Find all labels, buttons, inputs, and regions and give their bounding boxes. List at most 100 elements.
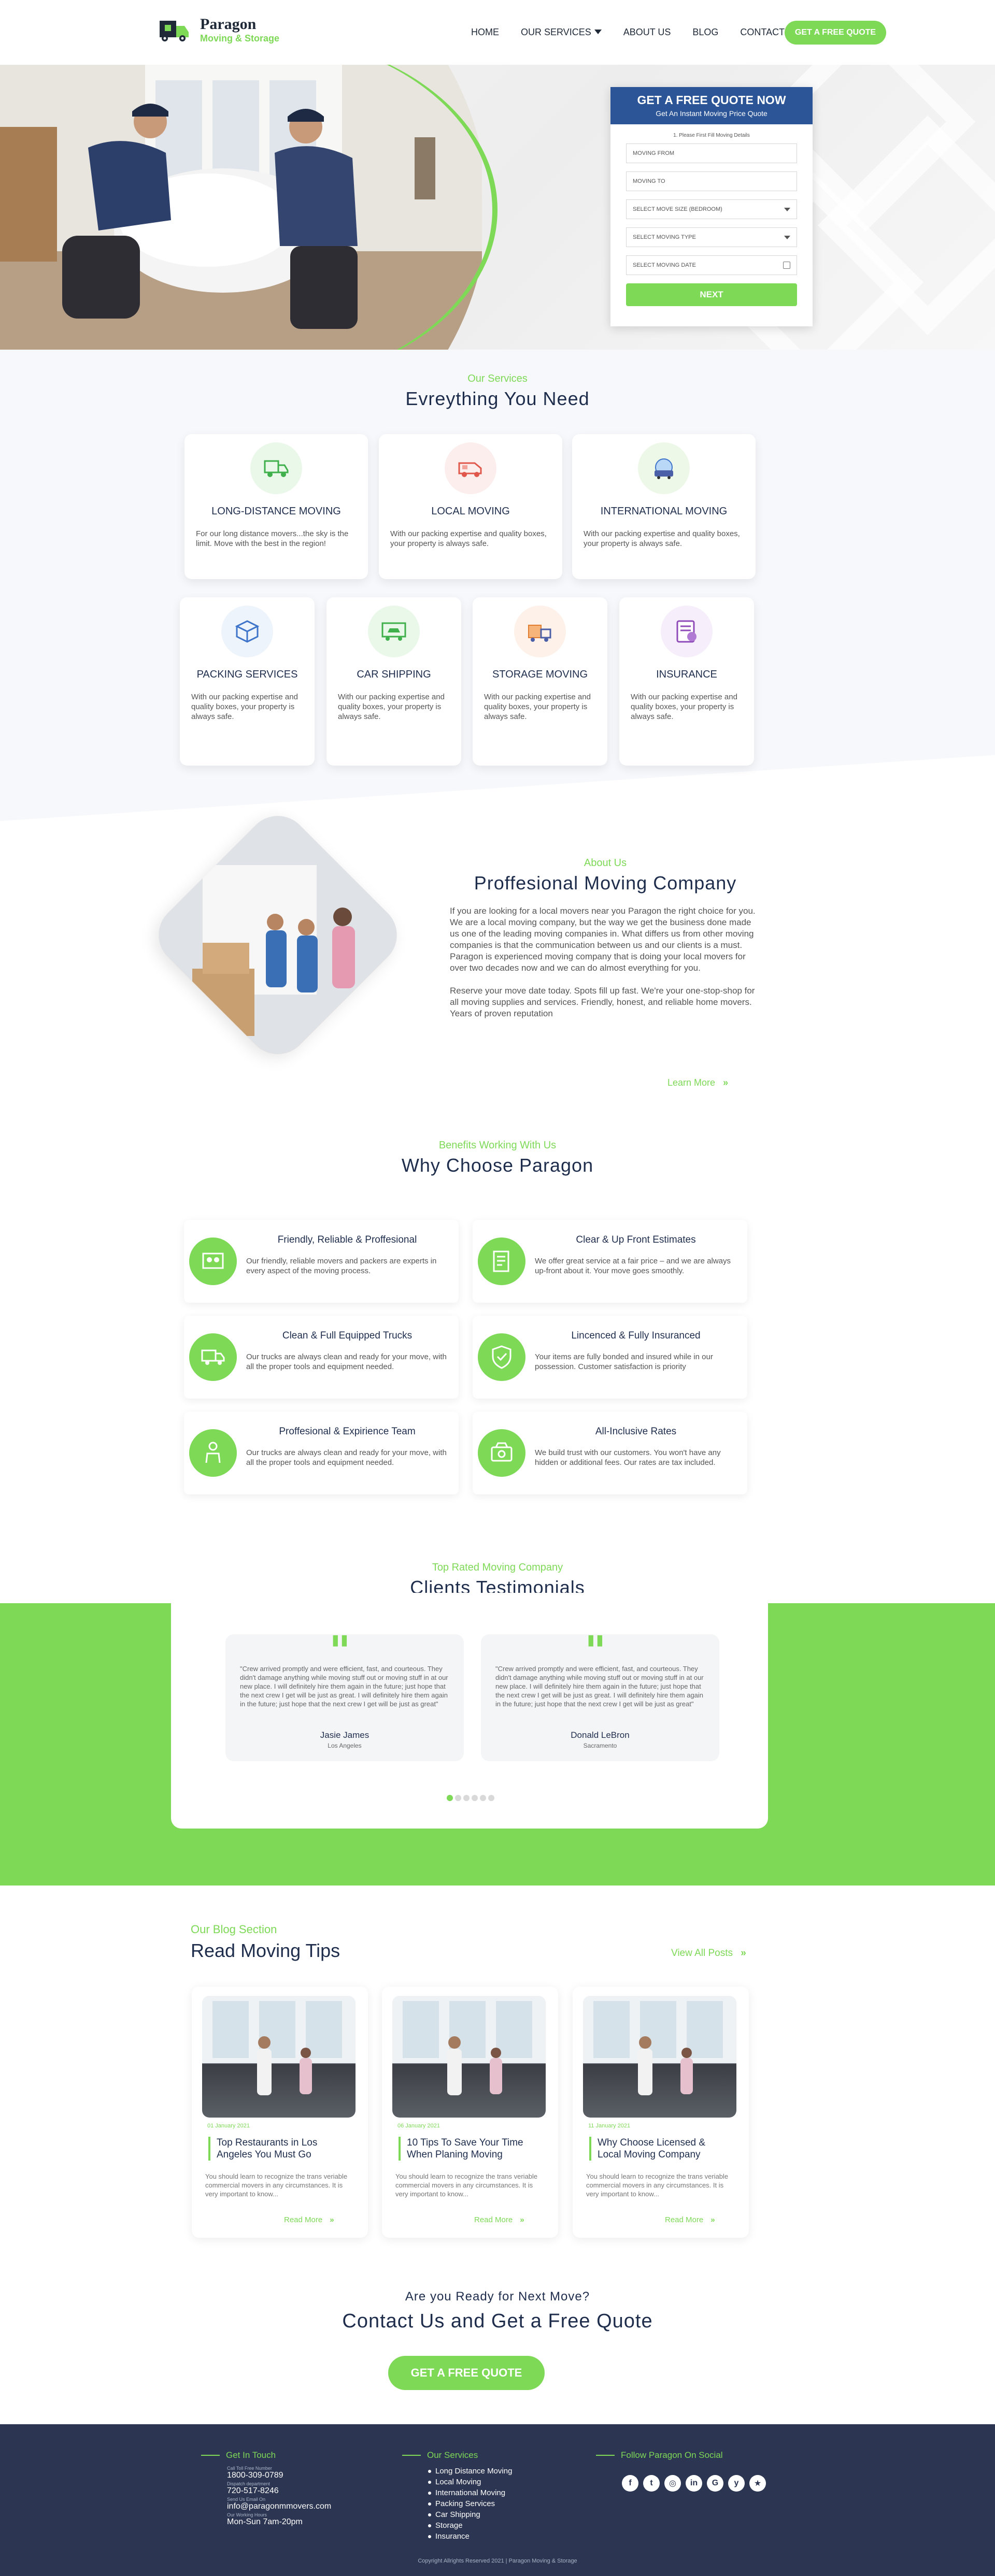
- team-icon: [189, 1237, 237, 1285]
- why-card: Proffesional & Expirience Team Our truck…: [184, 1412, 459, 1494]
- shield-icon: [478, 1333, 525, 1381]
- facebook-icon[interactable]: f: [622, 2475, 638, 2492]
- service-text: With our packing expertise and quality b…: [484, 693, 591, 721]
- blog-post-title[interactable]: Why Choose Licensed & Local Moving Compa…: [589, 2137, 729, 2161]
- footer: Get In Touch Call Toll Free Number 1800-…: [0, 2424, 995, 2576]
- testimonial-text: "Crew arrived promptly and were efficien…: [240, 1665, 448, 1708]
- moving-date-field[interactable]: SELECT MOVING DATE: [626, 255, 797, 275]
- logo[interactable]: Paragon Moving & Storage: [155, 16, 279, 45]
- google-icon[interactable]: G: [707, 2475, 723, 2492]
- service-text: With our packing expertise and quality b…: [584, 529, 740, 548]
- service-card-storage[interactable]: STORAGE MOVING With our packing expertis…: [473, 597, 607, 766]
- footer-email[interactable]: info@paragonmmovers.com: [227, 2502, 331, 2511]
- blog-date: 11 January 2021: [588, 2123, 631, 2129]
- footer-phone[interactable]: 1800-309-0789: [227, 2471, 331, 2480]
- moving-type-select[interactable]: SELECT MOVING TYPE: [626, 227, 797, 247]
- cta-title: Contact Us and Get a Free Quote: [342, 2310, 653, 2332]
- double-chevron-right-icon: »: [741, 1948, 746, 1959]
- truck-logo-icon: [155, 16, 193, 45]
- footer-label: Our Working Hours: [227, 2512, 267, 2517]
- blog-excerpt: You should learn to recognize the trans …: [586, 2172, 729, 2198]
- footer-service-link[interactable]: International Moving: [428, 2487, 512, 2498]
- service-card-packing[interactable]: PACKING SERVICES With our packing expert…: [180, 597, 315, 766]
- why-card-title: Clean & Full Equipped Trucks: [282, 1330, 413, 1341]
- testimonial-city: Sacramento: [583, 1742, 617, 1749]
- service-card-insurance[interactable]: INSURANCE With our packing expertise and…: [619, 597, 754, 766]
- read-more-link[interactable]: Read More»: [665, 2215, 715, 2224]
- next-button[interactable]: NEXT: [626, 283, 797, 306]
- nav-home[interactable]: HOME: [471, 27, 499, 38]
- nav-blog[interactable]: BLOG: [692, 27, 718, 38]
- blog-excerpt: You should learn to recognize the trans …: [205, 2172, 348, 2198]
- blog-post-title[interactable]: 10 Tips To Save Your Time When Planing M…: [399, 2137, 538, 2161]
- blog-card[interactable]: 06 January 2021 10 Tips To Save Your Tim…: [382, 1987, 558, 2238]
- services-title: Evreything You Need: [405, 388, 590, 409]
- cta-quote-button[interactable]: GET A FREE QUOTE: [388, 2356, 545, 2390]
- why-card-title: Proffesional & Expirience Team: [279, 1426, 416, 1437]
- moving-to-field[interactable]: MOVING TO: [626, 171, 797, 191]
- about-section: About Us Proffesional Moving Company If …: [0, 803, 995, 1111]
- read-more-link[interactable]: Read More»: [284, 2215, 334, 2224]
- learn-more-link[interactable]: Learn More »: [667, 1077, 728, 1088]
- view-all-posts-link[interactable]: View All Posts »: [671, 1948, 746, 1959]
- blog-card[interactable]: 01 January 2021 Top Restaurants in Los A…: [192, 1987, 368, 2238]
- carousel-dot[interactable]: [488, 1795, 494, 1801]
- footer-contact-heading: Get In Touch: [201, 2450, 331, 2460]
- footer-services-heading: Our Services: [402, 2450, 512, 2460]
- why-card: Clean & Full Equipped Trucks Our trucks …: [184, 1316, 459, 1399]
- instagram-icon[interactable]: ◎: [664, 2475, 681, 2492]
- yelp-icon[interactable]: y: [728, 2475, 745, 2492]
- blog-title: Read Moving Tips: [191, 1940, 340, 1961]
- service-title: INSURANCE: [656, 669, 717, 680]
- footer-service-link[interactable]: Long Distance Moving: [428, 2466, 512, 2477]
- carousel-dot[interactable]: [480, 1795, 486, 1801]
- service-title: LOCAL MOVING: [431, 506, 510, 517]
- linkedin-icon[interactable]: in: [686, 2475, 702, 2492]
- move-size-select[interactable]: SELECT MOVE SIZE (BEDROOM): [626, 199, 797, 219]
- nav-about-us[interactable]: ABOUT US: [623, 27, 671, 38]
- blog-eyebrow: Our Blog Section: [191, 1923, 277, 1936]
- footer-service-link[interactable]: Packing Services: [428, 2498, 512, 2509]
- service-title: PACKING SERVICES: [196, 669, 298, 680]
- carousel-dot[interactable]: [455, 1795, 461, 1801]
- header: Paragon Moving & Storage HOME OUR SERVIC…: [0, 0, 995, 65]
- service-card-car-shipping[interactable]: CAR SHIPPING With our packing expertise …: [326, 597, 461, 766]
- service-card-international[interactable]: INTERNATIONAL MOVING With our packing ex…: [572, 434, 756, 579]
- service-card-long-distance[interactable]: LONG-DISTANCE MOVING For our long distan…: [184, 434, 368, 579]
- quote-form-title: GET A FREE QUOTE NOW: [637, 93, 786, 107]
- testimonials-carousel: " "Crew arrived promptly and were effici…: [171, 1593, 768, 1829]
- footer-dispatch-phone[interactable]: 720-517-8246: [227, 2486, 331, 2496]
- double-chevron-right-icon: »: [330, 2215, 334, 2224]
- why-card-title: Clear & Up Front Estimates: [576, 1234, 696, 1245]
- cta-subtitle: Are you Ready for Next Move?: [405, 2290, 590, 2304]
- why-card-text: Your items are fully bonded and insured …: [535, 1352, 713, 1371]
- quote-form: GET A FREE QUOTE NOW Get An Instant Movi…: [610, 87, 813, 326]
- service-text: With our packing expertise and quality b…: [338, 693, 445, 721]
- testimonial-city: Los Angeles: [328, 1742, 362, 1749]
- why-card-title: All-Inclusive Rates: [595, 1426, 677, 1437]
- read-more-link[interactable]: Read More»: [474, 2215, 524, 2224]
- carousel-dot[interactable]: [472, 1795, 478, 1801]
- footer-service-link[interactable]: Insurance: [428, 2531, 512, 2542]
- carousel-dot[interactable]: [447, 1795, 453, 1801]
- blog-card[interactable]: 11 January 2021 Why Choose Licensed & Lo…: [573, 1987, 749, 2238]
- blog-post-title[interactable]: Top Restaurants in Los Angeles You Must …: [208, 2137, 348, 2161]
- quote-form-note: 1. Please First Fill Moving Details: [673, 133, 750, 138]
- star-icon[interactable]: ★: [749, 2475, 766, 2492]
- moving-from-field[interactable]: MOVING FROM: [626, 143, 797, 163]
- testimonial-card: " "Crew arrived promptly and were effici…: [225, 1630, 464, 1761]
- about-eyebrow: About Us: [584, 857, 627, 869]
- rates-icon: [478, 1429, 525, 1477]
- header-quote-button[interactable]: GET A FREE QUOTE: [785, 21, 886, 45]
- footer-service-link[interactable]: Car Shipping: [428, 2509, 512, 2520]
- carousel-dot[interactable]: [463, 1795, 470, 1801]
- footer-service-link[interactable]: Local Moving: [428, 2477, 512, 2487]
- chevron-down-icon: [784, 235, 790, 239]
- quote-form-subtitle: Get An Instant Moving Price Quote: [656, 109, 767, 118]
- nav-our-services[interactable]: OUR SERVICES: [521, 27, 602, 38]
- blog-image: [202, 1996, 356, 2118]
- why-eyebrow: Benefits Working With Us: [438, 1140, 557, 1151]
- service-card-local[interactable]: LOCAL MOVING With our packing expertise …: [379, 434, 562, 579]
- footer-service-link[interactable]: Storage: [428, 2520, 512, 2531]
- twitter-icon[interactable]: t: [643, 2475, 660, 2492]
